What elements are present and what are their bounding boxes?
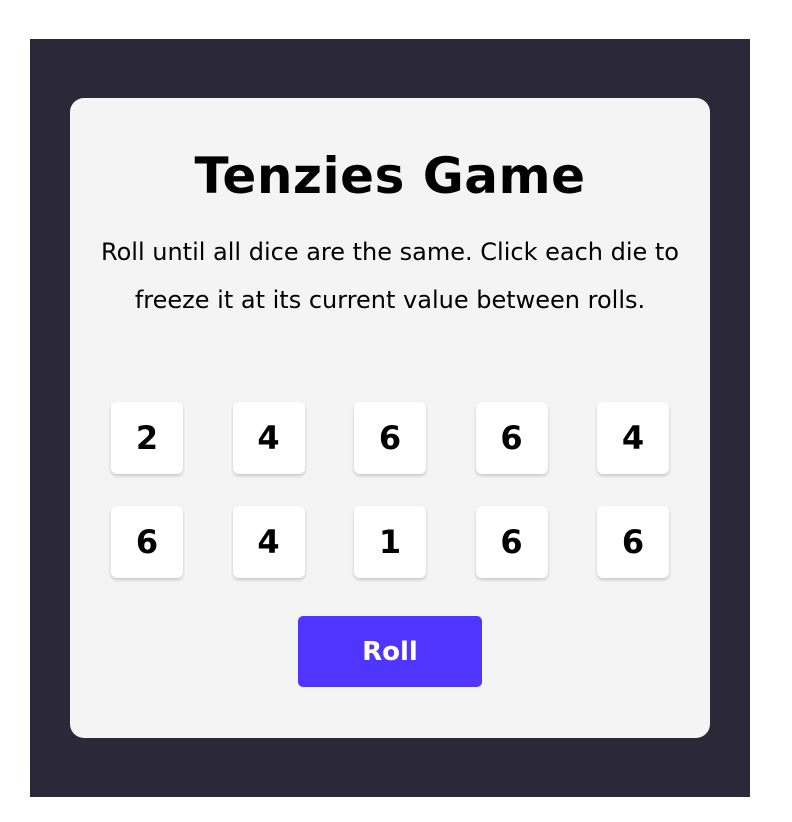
- die[interactable]: 1: [354, 506, 426, 578]
- die[interactable]: 6: [475, 402, 548, 474]
- die[interactable]: 6: [354, 402, 426, 474]
- die[interactable]: 2: [111, 402, 183, 474]
- die[interactable]: 4: [597, 402, 669, 474]
- app-frame: Tenzies Game Roll until all dice are the…: [30, 39, 750, 797]
- roll-button[interactable]: Roll: [298, 616, 482, 687]
- die[interactable]: 4: [232, 506, 305, 578]
- die[interactable]: 4: [232, 402, 305, 474]
- die[interactable]: 6: [597, 506, 669, 578]
- game-card: Tenzies Game Roll until all dice are the…: [70, 98, 710, 738]
- page-title: Tenzies Game: [194, 147, 586, 205]
- dice-container: 2 4 6 6 4 6 4 1 6 6: [111, 402, 669, 578]
- instructions-text: Roll until all dice are the same. Click …: [101, 238, 679, 314]
- die[interactable]: 6: [475, 506, 548, 578]
- die[interactable]: 6: [111, 506, 183, 578]
